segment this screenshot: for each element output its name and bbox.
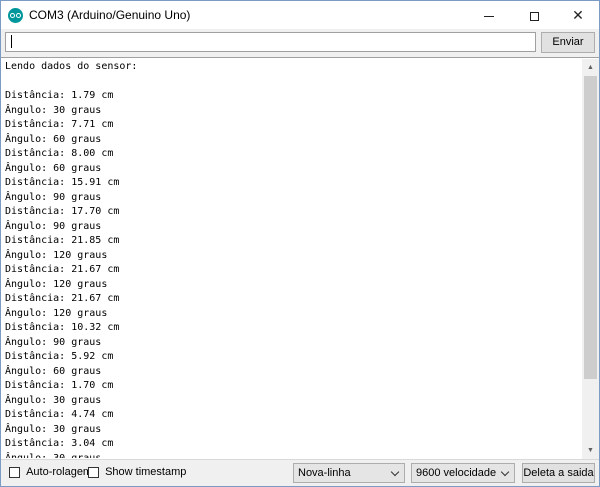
baud-rate-value: 9600 velocidade — [416, 467, 497, 479]
output-line: Ângulo: 90 graus — [5, 220, 102, 232]
output-line: Distância: 21.85 cm — [5, 235, 120, 246]
output-line: Distância: 7.71 cm — [5, 119, 114, 130]
line-ending-select[interactable]: Nova-linha — [293, 463, 405, 483]
output-line: Lendo dados do sensor: — [5, 61, 138, 72]
output-line: Distância: 3.04 cm — [5, 438, 114, 449]
chevron-down-icon — [390, 467, 400, 477]
output-line: Ângulo: 60 graus — [5, 162, 102, 174]
line-ending-value: Nova-linha — [298, 467, 351, 479]
output-line: Distância: 17.70 cm — [5, 206, 120, 217]
autoscroll-checkbox[interactable] — [9, 466, 20, 478]
timestamp-toggle[interactable]: Show timestamp — [88, 466, 186, 480]
output-line: Ângulo: 120 graus — [5, 278, 108, 290]
text-caret — [11, 35, 12, 48]
output-line: Ângulo: 90 graus — [5, 191, 102, 203]
close-icon: ✕ — [572, 7, 584, 23]
output-line: Distância: 21.67 cm — [5, 293, 120, 304]
serial-monitor-window: COM3 (Arduino/Genuino Uno) ✕ Enviar Lend… — [0, 0, 600, 487]
scroll-up-arrow-icon[interactable]: ▲ — [582, 59, 599, 76]
output-line: Ângulo: 120 graus — [5, 307, 108, 319]
window-title: COM3 (Arduino/Genuino Uno) — [29, 8, 191, 22]
scroll-down-arrow-icon[interactable]: ▼ — [582, 442, 599, 459]
minimize-icon — [484, 15, 494, 17]
output-line: Ângulo: 30 graus — [5, 423, 102, 435]
title-bar[interactable]: COM3 (Arduino/Genuino Uno) ✕ — [1, 1, 599, 29]
output-line: Distância: 5.92 cm — [5, 351, 114, 362]
arduino-icon — [8, 8, 23, 23]
bottom-bar: Auto-rolagem Show timestamp Nova-linha 9… — [1, 459, 599, 486]
scrollbar-thumb[interactable] — [584, 76, 597, 379]
autoscroll-label: Auto-rolagem — [26, 466, 93, 479]
minimize-button[interactable] — [467, 1, 511, 29]
output-line: Ângulo: 30 graus — [5, 452, 102, 459]
timestamp-checkbox[interactable] — [88, 466, 99, 478]
output-line: Ângulo: 30 graus — [5, 104, 102, 116]
vertical-scrollbar[interactable]: ▲ ▼ — [582, 59, 599, 459]
output-line: Distância: 15.91 cm — [5, 177, 120, 188]
close-button[interactable]: ✕ — [556, 1, 599, 29]
timestamp-label: Show timestamp — [105, 466, 187, 479]
output-line: Ângulo: 60 graus — [5, 133, 102, 145]
serial-output-text: Lendo dados do sensor: Distância: 1.79 cm… — [5, 60, 581, 458]
output-line: Distância: 4.74 cm — [5, 409, 114, 420]
output-line: Distância: 1.79 cm — [5, 90, 114, 101]
chevron-down-icon — [500, 467, 510, 477]
maximize-button[interactable] — [512, 1, 556, 29]
maximize-icon — [529, 11, 539, 21]
output-line: Ângulo: 120 graus — [5, 249, 108, 261]
output-line: Ângulo: 30 graus — [5, 394, 102, 406]
output-line: Distância: 10.32 cm — [5, 322, 120, 333]
output-line: Ângulo: 60 graus — [5, 365, 102, 377]
clear-output-button[interactable]: Deleta a saida — [522, 463, 595, 483]
output-line: Distância: 21.67 cm — [5, 264, 120, 275]
output-line: Ângulo: 90 graus — [5, 336, 102, 348]
send-row: Enviar — [1, 29, 599, 57]
send-button[interactable]: Enviar — [541, 32, 595, 53]
send-input[interactable] — [5, 32, 536, 52]
autoscroll-toggle[interactable]: Auto-rolagem — [9, 466, 92, 480]
output-line: Distância: 1.70 cm — [5, 380, 114, 391]
output-line: Distância: 8.00 cm — [5, 148, 114, 159]
serial-output[interactable]: Lendo dados do sensor: Distância: 1.79 cm… — [1, 57, 599, 459]
baud-rate-select[interactable]: 9600 velocidade — [411, 463, 515, 483]
